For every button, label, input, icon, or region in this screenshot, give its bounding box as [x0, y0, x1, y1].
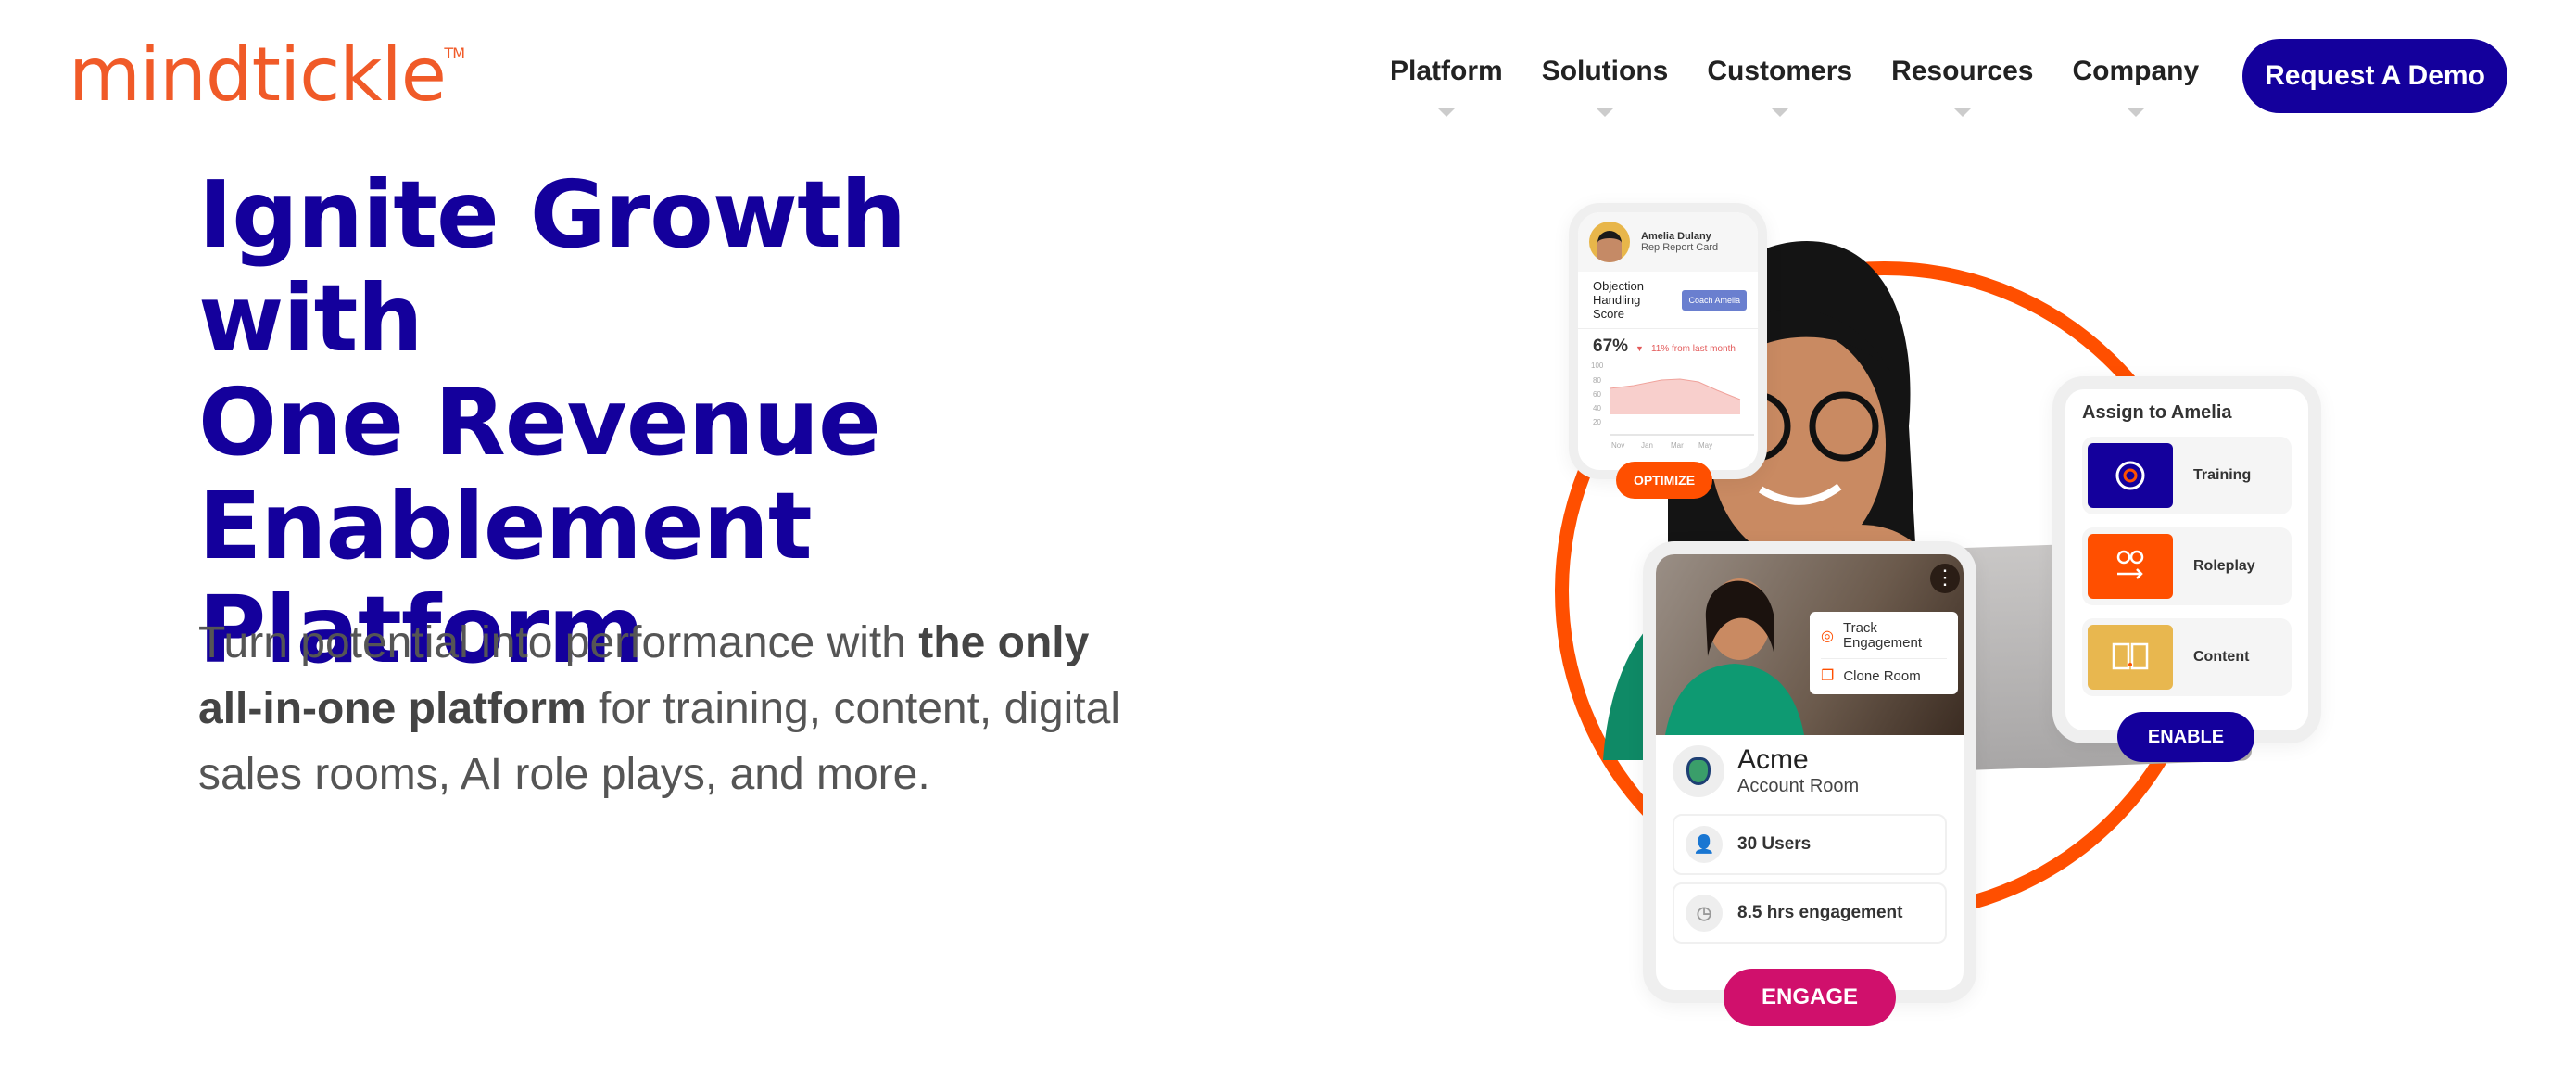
x-tick: Jan — [1641, 441, 1653, 450]
optimize-button[interactable]: OPTIMIZE — [1616, 462, 1712, 499]
acme-logo-icon — [1673, 744, 1724, 797]
account-room-card: ⋮ ◎ Track Engagement ❐ Clone Room Acme Acco… — [1643, 541, 1976, 1003]
clock-icon: ◷ — [1686, 895, 1723, 932]
assign-training[interactable]: Training — [2082, 437, 2292, 514]
headline-line: One Revenue — [198, 368, 881, 476]
score-area — [1610, 379, 1740, 414]
tile-label: Roleplay — [2193, 558, 2255, 574]
assign-roleplay[interactable]: Roleplay — [2082, 527, 2292, 605]
nav-resources[interactable]: Resources — [1891, 56, 2033, 117]
clone-room-item[interactable]: ❐ Clone Room — [1821, 659, 1947, 689]
more-options-icon[interactable]: ⋮ — [1930, 564, 1960, 593]
copy-icon: ❐ — [1821, 668, 1835, 684]
tile-label: Training — [2193, 467, 2252, 483]
request-demo-button[interactable]: Request A Demo — [2242, 39, 2507, 113]
room-menu: ◎ Track Engagement ❐ Clone Room — [1810, 612, 1958, 694]
nav-platform[interactable]: Platform — [1390, 56, 1503, 117]
user-icon: 👤 — [1686, 826, 1723, 863]
assign-card: Assign to Amelia Training Roleplay Conte… — [2052, 376, 2321, 743]
target-icon: ◎ — [1821, 628, 1834, 644]
x-tick: May — [1698, 441, 1712, 450]
track-engagement-item[interactable]: ◎ Track Engagement — [1821, 617, 1947, 659]
metric-label: Objection Handling Score — [1593, 279, 1644, 321]
assign-content[interactable]: Content — [2082, 618, 2292, 696]
nav-solutions[interactable]: Solutions — [1542, 56, 1668, 117]
tile-label: Content — [2193, 649, 2250, 665]
y-tick: 100 — [1591, 362, 1604, 370]
score-change: 11% from last month — [1650, 344, 1736, 354]
rep-name: Amelia Dulany — [1641, 231, 1711, 242]
engagement-row: ◷ 8.5 hrs engagement — [1673, 882, 1947, 944]
rep-role: Rep Report Card — [1641, 242, 1719, 253]
enable-button[interactable]: ENABLE — [2117, 712, 2254, 762]
y-tick: 80 — [1593, 376, 1601, 385]
training-icon — [2088, 443, 2173, 508]
roleplay-icon — [2088, 534, 2173, 599]
down-arrow-icon: ▼ — [1635, 344, 1644, 353]
room-type: Account Room — [1737, 776, 1860, 796]
y-tick: 60 — [1593, 390, 1601, 399]
headline-line: Enablement — [198, 472, 813, 580]
assign-title: Assign to Amelia — [2082, 402, 2232, 423]
score-value: 67% — [1593, 336, 1629, 356]
sub-text: Turn potential into performance with — [198, 618, 919, 667]
avatar — [1589, 222, 1630, 262]
users-row: 👤 30 Users — [1673, 814, 1947, 875]
mindtickle-logo[interactable]: mindtickle TM — [69, 32, 465, 118]
hero-subtitle: Turn potential into performance with the… — [198, 610, 1125, 807]
engage-button[interactable]: ENGAGE — [1724, 969, 1896, 1026]
y-tick: 20 — [1593, 418, 1601, 426]
nav-company[interactable]: Company — [2072, 56, 2199, 117]
y-tick: 40 — [1593, 404, 1601, 413]
headline-line: Ignite Growth with — [198, 160, 906, 373]
coach-button[interactable]: Coach Amelia — [1682, 289, 1747, 311]
x-tick: Mar — [1671, 441, 1684, 450]
score-chart: 100 80 60 40 20 Nov Jan Mar May — [1591, 362, 1754, 450]
nav-customers[interactable]: Customers — [1707, 56, 1852, 117]
x-tick: Nov — [1611, 441, 1624, 450]
rep-report-card: Amelia Dulany Rep Report Card Objection H… — [1569, 203, 1767, 479]
room-name: Acme — [1737, 744, 1809, 775]
users-count: 30 Users — [1737, 834, 1812, 854]
hero-headline: Ignite Growth with One Revenue Enablemen… — [198, 163, 1125, 682]
main-nav: Platform Solutions Customers Resources C… — [1390, 56, 2199, 117]
engagement-hours: 8.5 hrs engagement — [1737, 903, 1903, 922]
book-icon — [2088, 625, 2173, 690]
room-photo: ⋮ ◎ Track Engagement ❐ Clone Room — [1656, 554, 1964, 735]
